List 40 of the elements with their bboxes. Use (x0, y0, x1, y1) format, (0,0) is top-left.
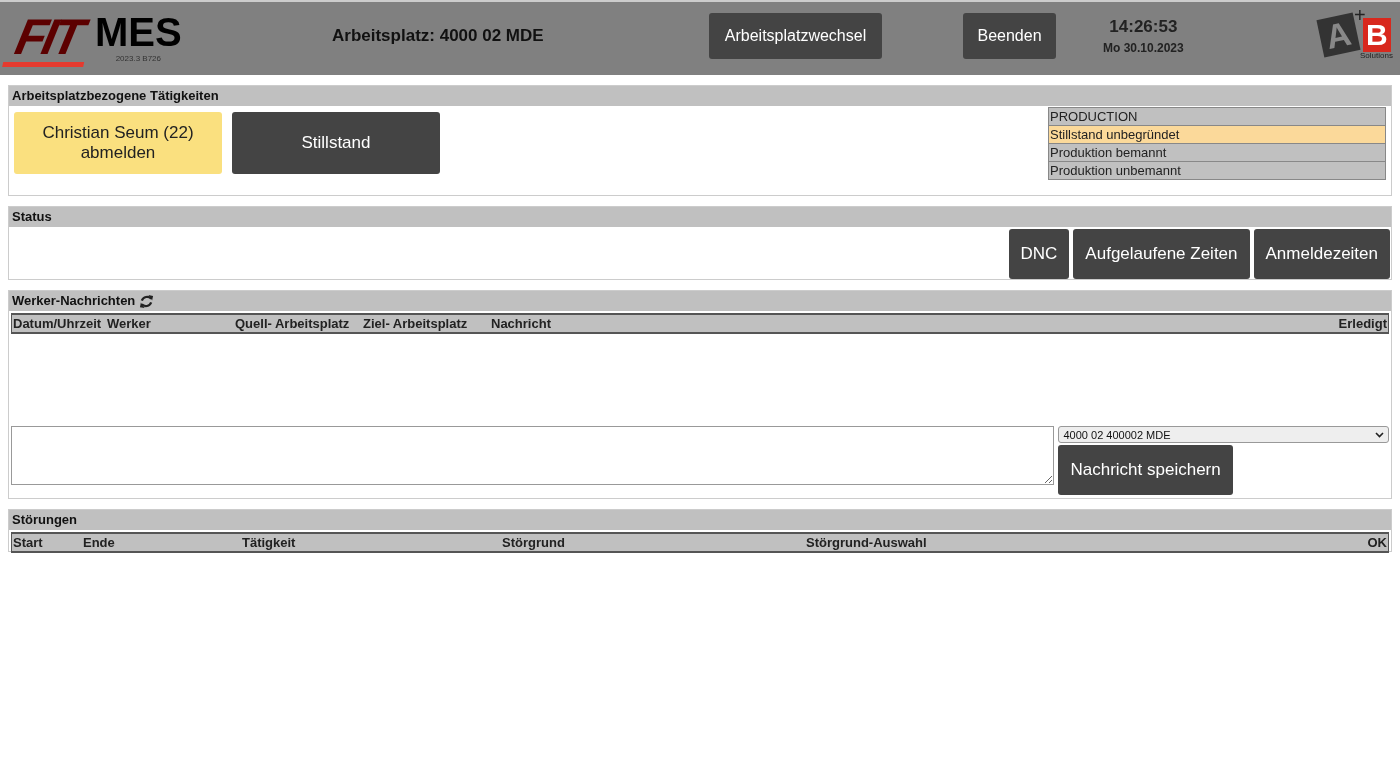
activity-button[interactable]: Stillstand (232, 112, 440, 174)
column-header: Quell- Arbeitsplatz (234, 316, 351, 331)
column-header: Störgrund-Auswahl (805, 535, 928, 550)
workplace-title: Arbeitsplatz: 4000 02 MDE (332, 26, 544, 46)
chevron-down-icon (1375, 431, 1384, 438)
save-message-button[interactable]: Nachricht speichern (1058, 445, 1233, 495)
state-list-item[interactable]: Produktion bemannt (1049, 144, 1385, 162)
status-button[interactable]: Aufgelaufene Zeiten (1073, 229, 1250, 279)
clock-time: 14:26:53 (1109, 17, 1178, 37)
brand-subtitle: Solutions (1360, 51, 1393, 60)
column-header: Datum/Uhrzeit (12, 316, 103, 331)
state-list-item[interactable]: PRODUCTION (1049, 108, 1385, 126)
section-header: Status (9, 207, 1391, 227)
brand-logo-b: B (1363, 18, 1391, 52)
column-header: Ziel- Arbeitsplatz (362, 316, 469, 331)
refresh-icon[interactable] (139, 293, 155, 309)
status-button[interactable]: DNC (1008, 229, 1070, 279)
version-text: 2023.3 B726 (115, 54, 161, 63)
section-header: Werker-Nachrichten (12, 292, 136, 310)
target-dropdown[interactable]: 4000 02 400002 MDE (1058, 426, 1389, 443)
section-header: Störungen (9, 510, 1391, 530)
column-header: Werker (106, 316, 152, 331)
activity-button[interactable]: Christian Seum (22) abmelden (14, 112, 222, 174)
column-header: Start (12, 535, 44, 550)
workplace-switch-button[interactable]: Arbeitsplatzwechsel (709, 13, 882, 59)
column-header: Ende (82, 535, 116, 550)
exit-button[interactable]: Beenden (963, 13, 1056, 59)
state-list-item[interactable]: Produktion unbemannt (1049, 162, 1385, 179)
column-header: Tätigkeit (241, 535, 297, 550)
status-button[interactable]: Anmeldezeiten (1253, 229, 1390, 279)
column-header: Störgrund (501, 535, 566, 550)
message-field[interactable] (11, 426, 1055, 485)
column-header: Erledigt (1337, 316, 1388, 331)
section-header: Arbeitsplatzbezogene Tätigkeiten (9, 86, 1391, 106)
clock-date: Mo 30.10.2023 (1103, 41, 1184, 55)
state-list-item[interactable]: Stillstand unbegründet (1049, 126, 1385, 144)
column-header: OK (1366, 535, 1388, 550)
logo-mark: FIT (2, 12, 95, 67)
app-name: MES (95, 10, 182, 54)
column-header: Nachricht (490, 316, 552, 331)
